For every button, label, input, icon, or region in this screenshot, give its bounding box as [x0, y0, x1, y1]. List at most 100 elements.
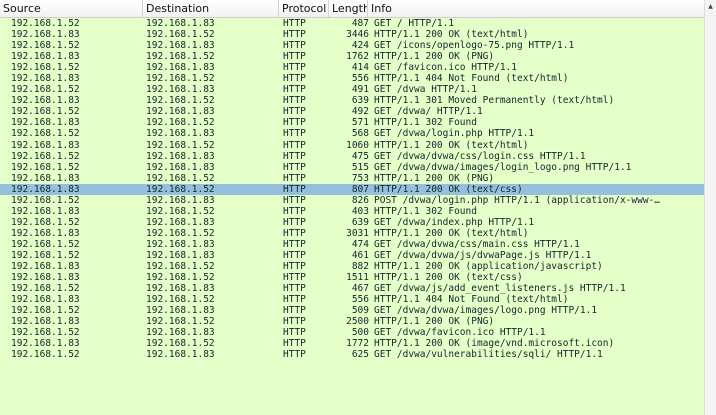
packet-source: 192.168.1.52: [11, 216, 80, 228]
table-row[interactable]: 192.168.1.52 192.168.1.83 HTTP 515 GET /dvwa…: [0, 162, 705, 173]
column-header-source[interactable]: Source: [0, 0, 143, 17]
packet-protocol: HTTP: [283, 349, 306, 361]
table-row[interactable]: 192.168.1.52 192.168.1.83 HTTP 475 GET /dvwa…: [0, 151, 705, 162]
packet-length: 1060: [346, 139, 369, 151]
packet-protocol: HTTP: [283, 227, 306, 239]
table-row[interactable]: 192.168.1.52 192.168.1.83 HTTP 414 GET /favi…: [0, 62, 705, 73]
table-row[interactable]: 192.168.1.52 192.168.1.83 HTTP 424 GET /icon…: [0, 40, 705, 51]
table-row[interactable]: 192.168.1.83 192.168.1.52 HTTP 571 HTTP/1.1 …: [0, 117, 705, 128]
table-row[interactable]: 192.168.1.52 192.168.1.83 HTTP 491 GET /dvwa…: [0, 84, 705, 95]
packet-destination: 192.168.1.83: [146, 106, 215, 118]
table-row[interactable]: 192.168.1.52 192.168.1.83 HTTP 509 GET /dvwa…: [0, 305, 705, 316]
table-row[interactable]: 192.168.1.83 192.168.1.52 HTTP 1762 HTTP/1.1…: [0, 51, 705, 62]
packet-info: HTTP/1.1 200 OK (text/css): [374, 183, 523, 195]
packet-length: 1511: [346, 272, 369, 284]
table-row[interactable]: 192.168.1.52 192.168.1.83 HTTP 639 GET /dvwa…: [0, 217, 705, 228]
packet-length: 1762: [346, 51, 369, 63]
packet-list[interactable]: Source Destination Protocol Length Info …: [0, 0, 716, 415]
packet-rows: 192.168.1.52 192.168.1.83 HTTP 487 GET / HTT…: [0, 18, 705, 360]
packet-info: GET /dvwa/index.php HTTP/1.1: [374, 216, 535, 228]
table-row[interactable]: 192.168.1.52 192.168.1.83 HTTP 826 POST /dvw…: [0, 195, 705, 206]
column-header-destination[interactable]: Destination: [143, 0, 279, 17]
table-row-selected[interactable]: 192.168.1.83 192.168.1.52 HTTP 807 HTTP/1.1 …: [0, 183, 705, 195]
table-row[interactable]: 192.168.1.83 192.168.1.52 HTTP 1511 HTTP/1.1…: [0, 272, 705, 283]
packet-protocol: HTTP: [283, 327, 306, 339]
packet-source: 192.168.1.83: [11, 261, 80, 273]
packet-source: 192.168.1.83: [11, 29, 80, 41]
packet-destination: 192.168.1.52: [146, 95, 215, 107]
packet-source: 192.168.1.52: [11, 283, 80, 295]
packet-protocol: HTTP: [283, 62, 306, 74]
packet-protocol: HTTP: [283, 316, 306, 328]
packet-length: 753: [351, 172, 369, 184]
packet-length: 826: [351, 194, 369, 206]
packet-protocol: HTTP: [283, 338, 306, 350]
packet-info: POST /dvwa/login.php HTTP/1.1 (applicati…: [374, 194, 660, 206]
column-header-info[interactable]: Info: [368, 0, 705, 17]
packet-destination: 192.168.1.83: [146, 62, 215, 74]
table-row[interactable]: 192.168.1.83 192.168.1.52 HTTP 3446 HTTP/1.1…: [0, 29, 705, 40]
table-row[interactable]: 192.168.1.52 192.168.1.83 HTTP 467 GET /dvwa…: [0, 283, 705, 294]
packet-destination: 192.168.1.83: [146, 150, 215, 162]
packet-source: 192.168.1.83: [11, 338, 80, 350]
packet-protocol: HTTP: [283, 205, 306, 217]
packet-protocol: HTTP: [283, 283, 306, 295]
packet-info: GET /dvwa/vulnerabilities/sqli/ HTTP/1.1: [374, 349, 603, 361]
table-row[interactable]: 192.168.1.83 192.168.1.52 HTTP 1772 HTTP/1.1…: [0, 338, 705, 349]
table-row[interactable]: 192.168.1.83 192.168.1.52 HTTP 3031 HTTP/1.1…: [0, 228, 705, 239]
packet-info: GET /dvwa HTTP/1.1: [374, 84, 477, 96]
vertical-scrollbar[interactable]: ▲: [704, 0, 716, 415]
table-row[interactable]: 192.168.1.83 192.168.1.52 HTTP 2500 HTTP/1.1…: [0, 316, 705, 327]
packet-destination: 192.168.1.83: [146, 249, 215, 261]
packet-protocol: HTTP: [283, 128, 306, 140]
packet-protocol: HTTP: [283, 216, 306, 228]
packet-protocol: HTTP: [283, 261, 306, 273]
packet-info: GET /dvwa/dvwa/css/login.css HTTP/1.1: [374, 150, 586, 162]
packet-length: 639: [351, 95, 369, 107]
packet-protocol: HTTP: [283, 161, 306, 173]
table-row[interactable]: 192.168.1.83 192.168.1.52 HTTP 556 HTTP/1.1 …: [0, 294, 705, 305]
table-row[interactable]: 192.168.1.52 192.168.1.83 HTTP 568 GET /dvwa…: [0, 128, 705, 139]
packet-info: GET /dvwa/login.php HTTP/1.1: [374, 128, 535, 140]
packet-info: HTTP/1.1 200 OK (text/html): [374, 227, 529, 239]
packet-source: 192.168.1.52: [11, 40, 80, 52]
packet-protocol: HTTP: [283, 18, 306, 29]
packet-length: 3446: [346, 29, 369, 41]
table-row[interactable]: 192.168.1.83 192.168.1.52 HTTP 882 HTTP/1.1 …: [0, 261, 705, 272]
packet-source: 192.168.1.52: [11, 349, 80, 361]
table-row[interactable]: 192.168.1.83 192.168.1.52 HTTP 1060 HTTP/1.1…: [0, 140, 705, 151]
packet-source: 192.168.1.83: [11, 51, 80, 63]
packet-protocol: HTTP: [283, 117, 306, 129]
packet-info: GET /dvwa/favicon.ico HTTP/1.1: [374, 327, 546, 339]
packet-protocol: HTTP: [283, 238, 306, 250]
packet-info: HTTP/1.1 200 OK (text/html): [374, 139, 529, 151]
table-row[interactable]: 192.168.1.83 192.168.1.52 HTTP 556 HTTP/1.1 …: [0, 73, 705, 84]
column-header-length[interactable]: Length: [329, 0, 368, 17]
packet-length: 515: [351, 161, 369, 173]
packet-length: 571: [351, 117, 369, 129]
packet-destination: 192.168.1.83: [146, 128, 215, 140]
packet-source: 192.168.1.83: [11, 95, 80, 107]
packet-source: 192.168.1.83: [11, 272, 80, 284]
packet-destination: 192.168.1.52: [146, 205, 215, 217]
packet-length: 3031: [346, 227, 369, 239]
table-row[interactable]: 192.168.1.83 192.168.1.52 HTTP 639 HTTP/1.1 …: [0, 95, 705, 106]
table-row[interactable]: 192.168.1.52 192.168.1.83 HTTP 474 GET /dvwa…: [0, 239, 705, 250]
packet-source: 192.168.1.83: [11, 73, 80, 85]
packet-length: 403: [351, 205, 369, 217]
packet-destination: 192.168.1.52: [146, 73, 215, 85]
column-header-protocol[interactable]: Protocol: [279, 0, 329, 17]
table-row[interactable]: 192.168.1.83 192.168.1.52 HTTP 753 HTTP/1.1 …: [0, 173, 705, 184]
packet-destination: 192.168.1.52: [146, 294, 215, 306]
scroll-up-arrow-icon[interactable]: ▲: [705, 0, 716, 12]
table-row[interactable]: 192.168.1.83 192.168.1.52 HTTP 403 HTTP/1.1 …: [0, 206, 705, 217]
packet-info: HTTP/1.1 404 Not Found (text/html): [374, 73, 569, 85]
table-row[interactable]: 192.168.1.52 192.168.1.83 HTTP 461 GET /dvwa…: [0, 250, 705, 261]
packet-info: HTTP/1.1 200 OK (text/css): [374, 272, 523, 284]
table-row[interactable]: 192.168.1.52 192.168.1.83 HTTP 487 GET / HTT…: [0, 18, 705, 29]
packet-length: 474: [351, 238, 369, 250]
packet-destination: 192.168.1.83: [146, 327, 215, 339]
table-row[interactable]: 192.168.1.52 192.168.1.83 HTTP 500 GET /dvwa…: [0, 327, 705, 338]
table-row[interactable]: 192.168.1.52 192.168.1.83 HTTP 625 GET /dvwa…: [0, 349, 705, 360]
table-row[interactable]: 192.168.1.52 192.168.1.83 HTTP 492 GET /dvwa…: [0, 106, 705, 117]
